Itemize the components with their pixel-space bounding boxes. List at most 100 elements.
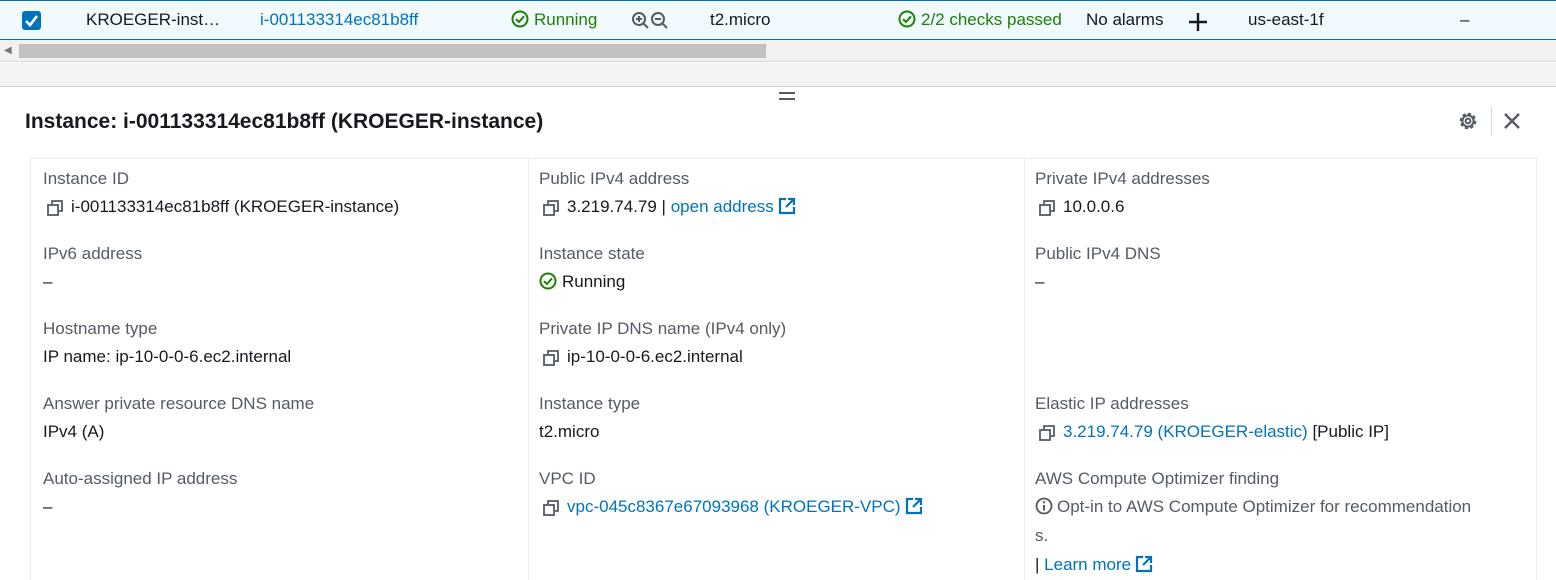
details-panel: Instance: i-001133314ec81b8ff (KROEGER-i… [0, 88, 1556, 580]
header-separator [1491, 106, 1492, 136]
row-zoom-controls [631, 11, 671, 36]
instance-id-value: i-001133314ec81b8ff (KROEGER-instance) [71, 197, 400, 216]
field-label: Instance ID [43, 169, 129, 188]
row-instance-type: t2.micro [710, 10, 771, 29]
status-ok-icon [898, 10, 916, 28]
copy-icon[interactable] [1039, 200, 1055, 221]
plus-icon [1189, 13, 1207, 31]
field-value: 3.219.74.79 | open address [539, 197, 796, 221]
field-label: Public IPv4 address [539, 169, 690, 188]
row-instance-state: Running [511, 10, 597, 30]
field-value: Running [539, 272, 645, 292]
external-link-icon[interactable] [1135, 555, 1153, 578]
copy-icon[interactable] [1039, 425, 1055, 446]
row-availability-zone: us-east-1f [1248, 10, 1324, 29]
copy-icon[interactable] [543, 200, 559, 221]
field-label: Answer private resource DNS name [43, 394, 315, 413]
field-label: Public IPv4 DNS [1035, 244, 1161, 263]
instance-table-row[interactable]: KROEGER-inst… i-001133314ec81b8ff Runnin… [0, 0, 1556, 40]
row-state-text: Running [534, 10, 598, 29]
row-instance-name: KROEGER-inst… [86, 10, 221, 29]
separator: | [1035, 555, 1040, 574]
field-auto-ip: Auto-assigned IP address – [43, 469, 237, 517]
field-label: IPv6 address [43, 244, 143, 263]
field-label: VPC ID [539, 469, 596, 488]
optimizer-line2: s. [1035, 526, 1049, 545]
field-value: t2.micro [539, 422, 600, 441]
field-value: – [43, 272, 53, 291]
optimizer-line1: Opt-in to AWS Compute Optimizer for reco… [1057, 497, 1472, 516]
status-ok-icon [539, 272, 557, 290]
field-private-dns: Private IP DNS name (IPv4 only) ip-10-0-… [539, 319, 786, 371]
field-value: 3.219.74.79 (KROEGER-elastic) [Public IP… [1035, 422, 1389, 446]
column-divider [1024, 158, 1025, 580]
row-checkbox[interactable] [22, 11, 41, 30]
learn-more-row: | Learn more [1035, 555, 1471, 578]
copy-icon[interactable] [543, 500, 559, 521]
vpc-id-link[interactable]: vpc-045c8367e67093968 (KROEGER-VPC) [567, 497, 901, 516]
scrollbar-thumb[interactable] [19, 44, 766, 58]
split-divider [0, 63, 1556, 87]
external-link-icon[interactable] [905, 497, 923, 520]
copy-icon[interactable] [47, 200, 63, 221]
field-label: Private IP DNS name (IPv4 only) [539, 319, 787, 338]
field-label: Auto-assigned IP address [43, 469, 238, 488]
copy-icon[interactable] [543, 350, 559, 371]
field-ipv6: IPv6 address – [43, 244, 142, 292]
public-ipv4-value: 3.219.74.79 [567, 197, 657, 216]
open-address-link[interactable]: open address [671, 197, 774, 216]
column-divider [528, 158, 529, 580]
field-label: AWS Compute Optimizer finding [1035, 469, 1280, 488]
field-instance-id: Instance ID i-001133314ec81b8ff (KROEGER… [43, 169, 399, 221]
horizontal-scrollbar[interactable]: ◀ [0, 40, 1556, 62]
field-public-dns: Public IPv4 DNS – [1035, 244, 1161, 292]
external-link-icon[interactable] [778, 197, 796, 220]
field-value: – [1035, 272, 1045, 291]
status-ok-icon [511, 10, 529, 28]
field-label: Elastic IP addresses [1035, 394, 1189, 413]
field-instance-state: Instance state Running [539, 244, 645, 292]
add-alarm-button[interactable] [1188, 12, 1208, 37]
checkbox-checked-icon [25, 15, 39, 27]
elastic-ip-suffix: [Public IP] [1312, 422, 1389, 441]
field-value: Opt-in to AWS Compute Optimizer for reco… [1035, 497, 1471, 520]
field-answer-dns: Answer private resource DNS name IPv4 (A… [43, 394, 314, 442]
zoom-in-icon[interactable] [632, 12, 649, 29]
panel-title: Instance: i-001133314ec81b8ff (KROEGER-i… [25, 110, 544, 133]
field-public-ipv4: Public IPv4 address 3.219.74.79 | open a… [539, 169, 796, 221]
field-value: 10.0.0.6 [1035, 197, 1210, 221]
field-vpc-id: VPC ID vpc-045c8367e67093968 (KROEGER-VP… [539, 469, 923, 521]
elastic-ip-link[interactable]: 3.219.74.79 (KROEGER-elastic) [1063, 422, 1308, 441]
field-compute-optimizer: AWS Compute Optimizer finding Opt-in to … [1035, 469, 1471, 578]
field-value: – [43, 497, 53, 516]
field-label: Instance state [539, 244, 645, 263]
close-panel-button[interactable] [1502, 111, 1522, 136]
row-status-check-text: 2/2 checks passed [921, 10, 1062, 29]
field-value: IP name: ip-10-0-0-6.ec2.internal [43, 347, 292, 366]
preferences-button[interactable] [1457, 110, 1479, 137]
field-label: Private IPv4 addresses [1035, 169, 1210, 188]
row-last-column: – [1460, 10, 1470, 29]
field-value: vpc-045c8367e67093968 (KROEGER-VPC) [539, 497, 923, 521]
row-status-check: 2/2 checks passed [898, 10, 1062, 30]
field-label: Instance type [539, 394, 641, 413]
close-icon [1504, 113, 1520, 129]
field-label: Hostname type [43, 319, 158, 338]
scroll-left-icon[interactable]: ◀ [4, 45, 12, 56]
field-value: ip-10-0-0-6.ec2.internal [539, 347, 786, 371]
private-ipv4-value: 10.0.0.6 [1063, 197, 1125, 216]
learn-more-link[interactable]: Learn more [1044, 555, 1131, 574]
field-elastic-ip: Elastic IP addresses 3.219.74.79 (KROEGE… [1035, 394, 1389, 446]
field-private-ipv4: Private IPv4 addresses 10.0.0.6 [1035, 169, 1210, 221]
field-hostname-type: Hostname type IP name: ip-10-0-0-6.ec2.i… [43, 319, 291, 367]
gear-icon [1459, 112, 1477, 130]
info-icon [1035, 497, 1053, 520]
row-alarms: No alarms [1086, 10, 1164, 29]
zoom-out-icon[interactable] [651, 12, 668, 29]
private-dns-value: ip-10-0-0-6.ec2.internal [567, 347, 743, 366]
field-value: IPv4 (A) [43, 422, 105, 441]
separator: | [661, 197, 666, 216]
instance-state-value: Running [562, 272, 626, 291]
drag-handle-icon[interactable] [779, 92, 795, 102]
row-instance-id-link[interactable]: i-001133314ec81b8ff [260, 10, 418, 30]
